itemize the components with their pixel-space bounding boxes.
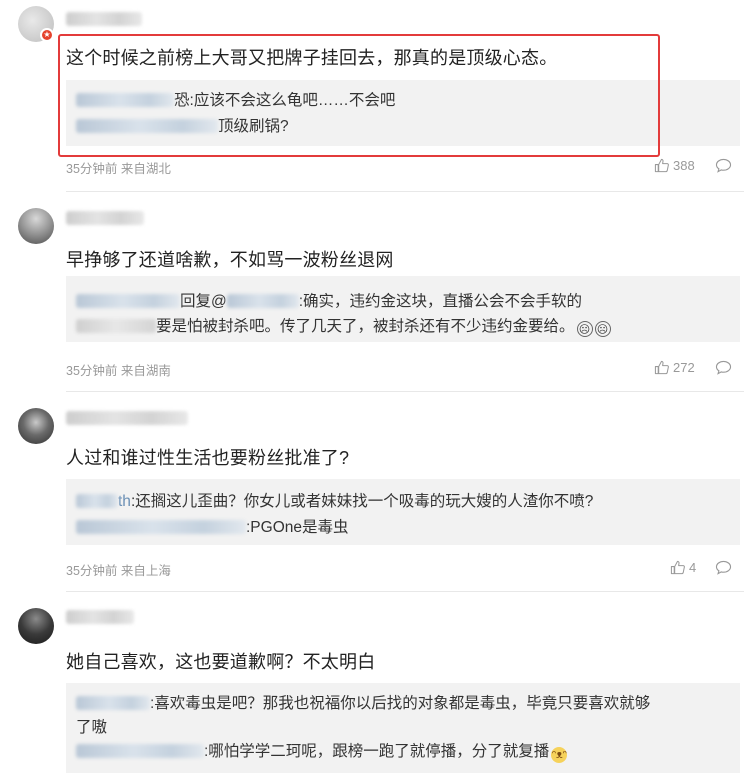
comment-3: 人过和谁过性生活也要粉丝批准了? th:还搁这儿歪曲？你女儿或者妹妹找一个吸毒的… (0, 392, 744, 592)
reply-text: :还搁这儿歪曲？你女儿或者妹妹找一个吸毒的玩大嫂的人渣你不喷? (130, 493, 594, 510)
like-count: 272 (673, 360, 695, 375)
reply-box[interactable]: th:还搁这儿歪曲？你女儿或者妹妹找一个吸毒的玩大嫂的人渣你不喷? :PGOne… (66, 479, 740, 545)
reply-name-suffix: th (118, 493, 131, 510)
reply-username[interactable] (76, 319, 156, 333)
username[interactable] (66, 211, 144, 225)
crying-emoji: ☹ (594, 321, 611, 337)
comment-meta: 35分钟前 来自湖北 (66, 162, 171, 176)
like-count: 388 (673, 158, 695, 173)
thumb-up-icon (654, 158, 669, 173)
comment-4: 她自己喜欢，这也要道歉啊？不太明白 :喜欢毒虫是吧？那我也祝福你以后找的对象都是… (0, 592, 744, 773)
comment-text: 人过和谁过性生活也要粉丝批准了? (66, 448, 350, 468)
reply-username[interactable] (76, 93, 174, 107)
verified-badge-icon: ★ (40, 28, 54, 42)
reply-line: :PGOne是毒虫 (76, 515, 349, 537)
like-button[interactable]: 272 (654, 360, 695, 375)
thumb-up-icon (670, 560, 685, 575)
username[interactable] (66, 411, 188, 425)
reply-username[interactable] (76, 119, 218, 133)
avatar[interactable] (18, 208, 54, 244)
reply-username[interactable] (76, 494, 118, 508)
avatar[interactable] (18, 608, 54, 644)
like-button[interactable]: 388 (654, 158, 695, 173)
comment-icon[interactable] (715, 158, 732, 173)
cat-emoji: ᵔᴥᵔ (551, 747, 568, 763)
reply-text: :应该不会这么龟吧……不会吧 (189, 92, 396, 109)
reply-line: 顶级刷锅? (76, 114, 289, 136)
reply-line: 了嗷 (76, 715, 107, 737)
username[interactable] (66, 12, 142, 26)
reply-text: 顶级刷锅? (218, 118, 289, 135)
reply-line: th:还搁这儿歪曲？你女儿或者妹妹找一个吸毒的玩大嫂的人渣你不喷? (76, 489, 593, 511)
crying-emoji: ☹ (576, 321, 593, 337)
reply-username[interactable] (76, 696, 150, 710)
reply-name-suffix: 回复@ (180, 293, 227, 310)
comment-icon[interactable] (715, 560, 732, 575)
like-count: 4 (689, 560, 697, 575)
reply-line: :喜欢毒虫是吧？那我也祝福你以后找的对象都是毒虫，毕竟只要喜欢就够 (76, 691, 650, 713)
comment-meta: 35分钟前 来自上海 (66, 564, 171, 578)
reply-box[interactable]: 回复@ :确实，违约金这块，直播公会不会手软的 要是怕被封杀吧。传了几天了，被封杀… (66, 276, 740, 342)
username[interactable] (66, 610, 134, 624)
thumb-up-icon (654, 360, 669, 375)
comment-meta: 35分钟前 来自湖南 (66, 364, 171, 378)
reply-text: :确实，违约金这块，直播公会不会手软的 (298, 293, 583, 310)
reply-line: 回复@ :确实，违约金这块，直播公会不会手软的 (76, 289, 582, 311)
reply-username[interactable] (76, 744, 204, 758)
reply-line: 要是怕被封杀吧。传了几天了，被封杀还有不少违约金要给。 ☹ ☹ (76, 314, 611, 337)
reply-text: :喜欢毒虫是吧？那我也祝福你以后找的对象都是毒虫，毕竟只要喜欢就够 (150, 695, 651, 712)
reply-text: :PGOne是毒虫 (246, 519, 349, 536)
like-button[interactable]: 4 (670, 560, 696, 575)
reply-name-suffix: 恐 (174, 92, 190, 109)
reply-username[interactable] (76, 520, 246, 534)
reply-box[interactable]: 恐:应该不会这么龟吧……不会吧 顶级刷锅? (66, 80, 740, 146)
comment-1: ★ 这个时候之前榜上大哥又把牌子挂回去，那真的是顶级心态。 恐:应该不会这么龟吧… (0, 0, 744, 192)
reply-target-username[interactable] (226, 294, 299, 308)
comment-2: 早挣够了还道啥歉，不如骂一波粉丝退网 回复@ :确实，违约金这块，直播公会不会手软… (0, 192, 744, 392)
reply-text: :哪怕学学二珂呢，跟榜一跑了就停播，分了就复播 (204, 743, 550, 760)
comment-text: 她自己喜欢，这也要道歉啊？不太明白 (66, 652, 376, 672)
reply-username[interactable] (76, 294, 180, 308)
reply-text: 了嗷 (76, 719, 108, 736)
reply-box[interactable]: :喜欢毒虫是吧？那我也祝福你以后找的对象都是毒虫，毕竟只要喜欢就够 了嗷 :哪怕… (66, 683, 740, 773)
comment-icon[interactable] (715, 360, 732, 375)
reply-line: 恐:应该不会这么龟吧……不会吧 (76, 88, 395, 110)
reply-line: :哪怕学学二珂呢，跟榜一跑了就停播，分了就复播 ᵔᴥᵔ (76, 739, 568, 763)
comment-text: 这个时候之前榜上大哥又把牌子挂回去，那真的是顶级心态。 (66, 48, 558, 68)
avatar[interactable] (18, 408, 54, 444)
comment-text: 早挣够了还道啥歉，不如骂一波粉丝退网 (66, 250, 394, 270)
reply-text: 要是怕被封杀吧。传了几天了，被封杀还有不少违约金要给。 (156, 318, 575, 335)
